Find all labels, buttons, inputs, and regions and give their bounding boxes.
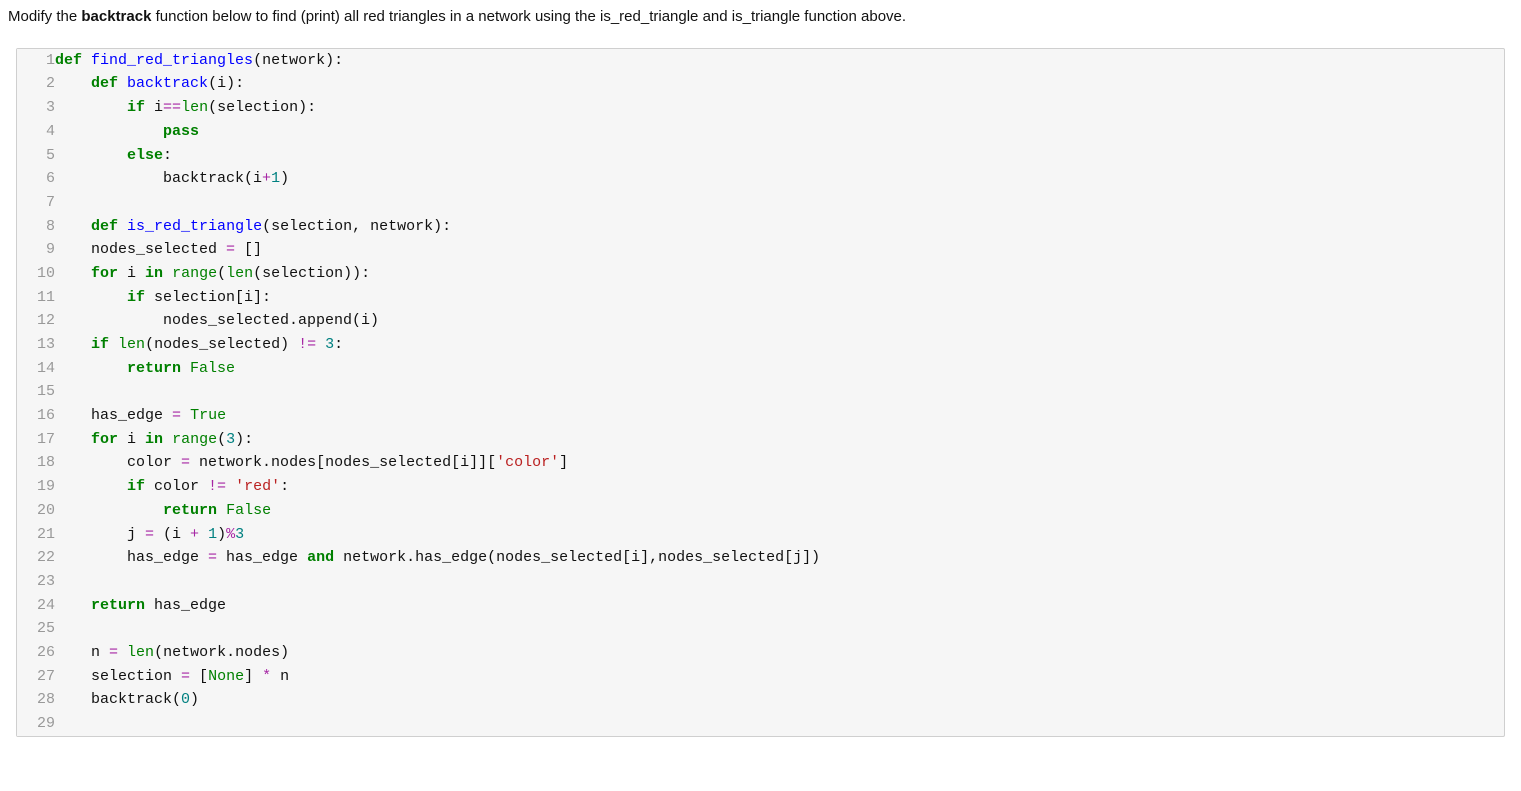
code-line: 16 has_edge = True: [17, 404, 1504, 428]
code-content: def is_red_triangle(selection, network):: [55, 215, 1504, 239]
code-line: 20 return False: [17, 499, 1504, 523]
line-number: 9: [17, 238, 55, 262]
code-line: 14 return False: [17, 357, 1504, 381]
code-content: j = (i + 1)%3: [55, 523, 1504, 547]
line-number: 7: [17, 191, 55, 215]
line-number: 26: [17, 641, 55, 665]
code-line: 29: [17, 712, 1504, 736]
line-number: 21: [17, 523, 55, 547]
line-number: 27: [17, 665, 55, 689]
code-content: [55, 570, 1504, 594]
code-line: 17 for i in range(3):: [17, 428, 1504, 452]
code-content: has_edge = has_edge and network.has_edge…: [55, 546, 1504, 570]
line-number: 18: [17, 451, 55, 475]
code-line: 21 j = (i + 1)%3: [17, 523, 1504, 547]
code-line: 9 nodes_selected = []: [17, 238, 1504, 262]
code-line: 11 if selection[i]:: [17, 286, 1504, 310]
instruction-bold: backtrack: [81, 8, 151, 25]
code-line: 7: [17, 191, 1504, 215]
code-line: 12 nodes_selected.append(i): [17, 309, 1504, 333]
code-content: color = network.nodes[nodes_selected[i]]…: [55, 451, 1504, 475]
line-number: 29: [17, 712, 55, 736]
line-number: 28: [17, 688, 55, 712]
code-content: for i in range(len(selection)):: [55, 262, 1504, 286]
line-number: 4: [17, 120, 55, 144]
line-number: 16: [17, 404, 55, 428]
line-number: 2: [17, 72, 55, 96]
code-content: selection = [None] * n: [55, 665, 1504, 689]
code-line: 10 for i in range(len(selection)):: [17, 262, 1504, 286]
code-content: if i==len(selection):: [55, 96, 1504, 120]
code-line: 24 return has_edge: [17, 594, 1504, 618]
code-content: has_edge = True: [55, 404, 1504, 428]
line-number: 11: [17, 286, 55, 310]
code-content: [55, 617, 1504, 641]
code-line: 8 def is_red_triangle(selection, network…: [17, 215, 1504, 239]
line-number: 13: [17, 333, 55, 357]
code-content: return False: [55, 499, 1504, 523]
code-content: backtrack(i+1): [55, 167, 1504, 191]
line-number: 12: [17, 309, 55, 333]
code-line: 28 backtrack(0): [17, 688, 1504, 712]
code-line: 18 color = network.nodes[nodes_selected[…: [17, 451, 1504, 475]
line-number: 22: [17, 546, 55, 570]
code-content: def find_red_triangles(network):: [55, 49, 1504, 73]
code-line: 4 pass: [17, 120, 1504, 144]
line-number: 8: [17, 215, 55, 239]
code-line: 1def find_red_triangles(network):: [17, 49, 1504, 73]
instruction-pre: Modify the: [8, 8, 81, 25]
code-content: [55, 191, 1504, 215]
line-number: 24: [17, 594, 55, 618]
code-line: 22 has_edge = has_edge and network.has_e…: [17, 546, 1504, 570]
line-number: 3: [17, 96, 55, 120]
code-line: 13 if len(nodes_selected) != 3:: [17, 333, 1504, 357]
code-content: n = len(network.nodes): [55, 641, 1504, 665]
code-line: 6 backtrack(i+1): [17, 167, 1504, 191]
code-line: 19 if color != 'red':: [17, 475, 1504, 499]
line-number: 6: [17, 167, 55, 191]
code-content: [55, 380, 1504, 404]
line-number: 17: [17, 428, 55, 452]
code-line: 23: [17, 570, 1504, 594]
instruction-post: function below to find (print) all red t…: [151, 8, 906, 25]
line-number: 1: [17, 49, 55, 73]
code-content: return has_edge: [55, 594, 1504, 618]
instruction-text: Modify the backtrack function below to f…: [0, 4, 1521, 40]
code-content: for i in range(3):: [55, 428, 1504, 452]
code-block: 1def find_red_triangles(network):2 def b…: [16, 48, 1505, 737]
code-content: [55, 712, 1504, 736]
line-number: 19: [17, 475, 55, 499]
code-content: def backtrack(i):: [55, 72, 1504, 96]
line-number: 23: [17, 570, 55, 594]
line-number: 25: [17, 617, 55, 641]
code-content: pass: [55, 120, 1504, 144]
line-number: 20: [17, 499, 55, 523]
code-content: nodes_selected.append(i): [55, 309, 1504, 333]
code-content: if selection[i]:: [55, 286, 1504, 310]
code-line: 15: [17, 380, 1504, 404]
code-content: if len(nodes_selected) != 3:: [55, 333, 1504, 357]
code-content: backtrack(0): [55, 688, 1504, 712]
code-content: return False: [55, 357, 1504, 381]
code-content: nodes_selected = []: [55, 238, 1504, 262]
line-number: 10: [17, 262, 55, 286]
code-table: 1def find_red_triangles(network):2 def b…: [17, 49, 1504, 736]
line-number: 14: [17, 357, 55, 381]
code-content: else:: [55, 144, 1504, 168]
code-line: 5 else:: [17, 144, 1504, 168]
code-line: 27 selection = [None] * n: [17, 665, 1504, 689]
code-line: 2 def backtrack(i):: [17, 72, 1504, 96]
line-number: 15: [17, 380, 55, 404]
line-number: 5: [17, 144, 55, 168]
code-line: 25: [17, 617, 1504, 641]
code-content: if color != 'red':: [55, 475, 1504, 499]
code-line: 3 if i==len(selection):: [17, 96, 1504, 120]
code-line: 26 n = len(network.nodes): [17, 641, 1504, 665]
